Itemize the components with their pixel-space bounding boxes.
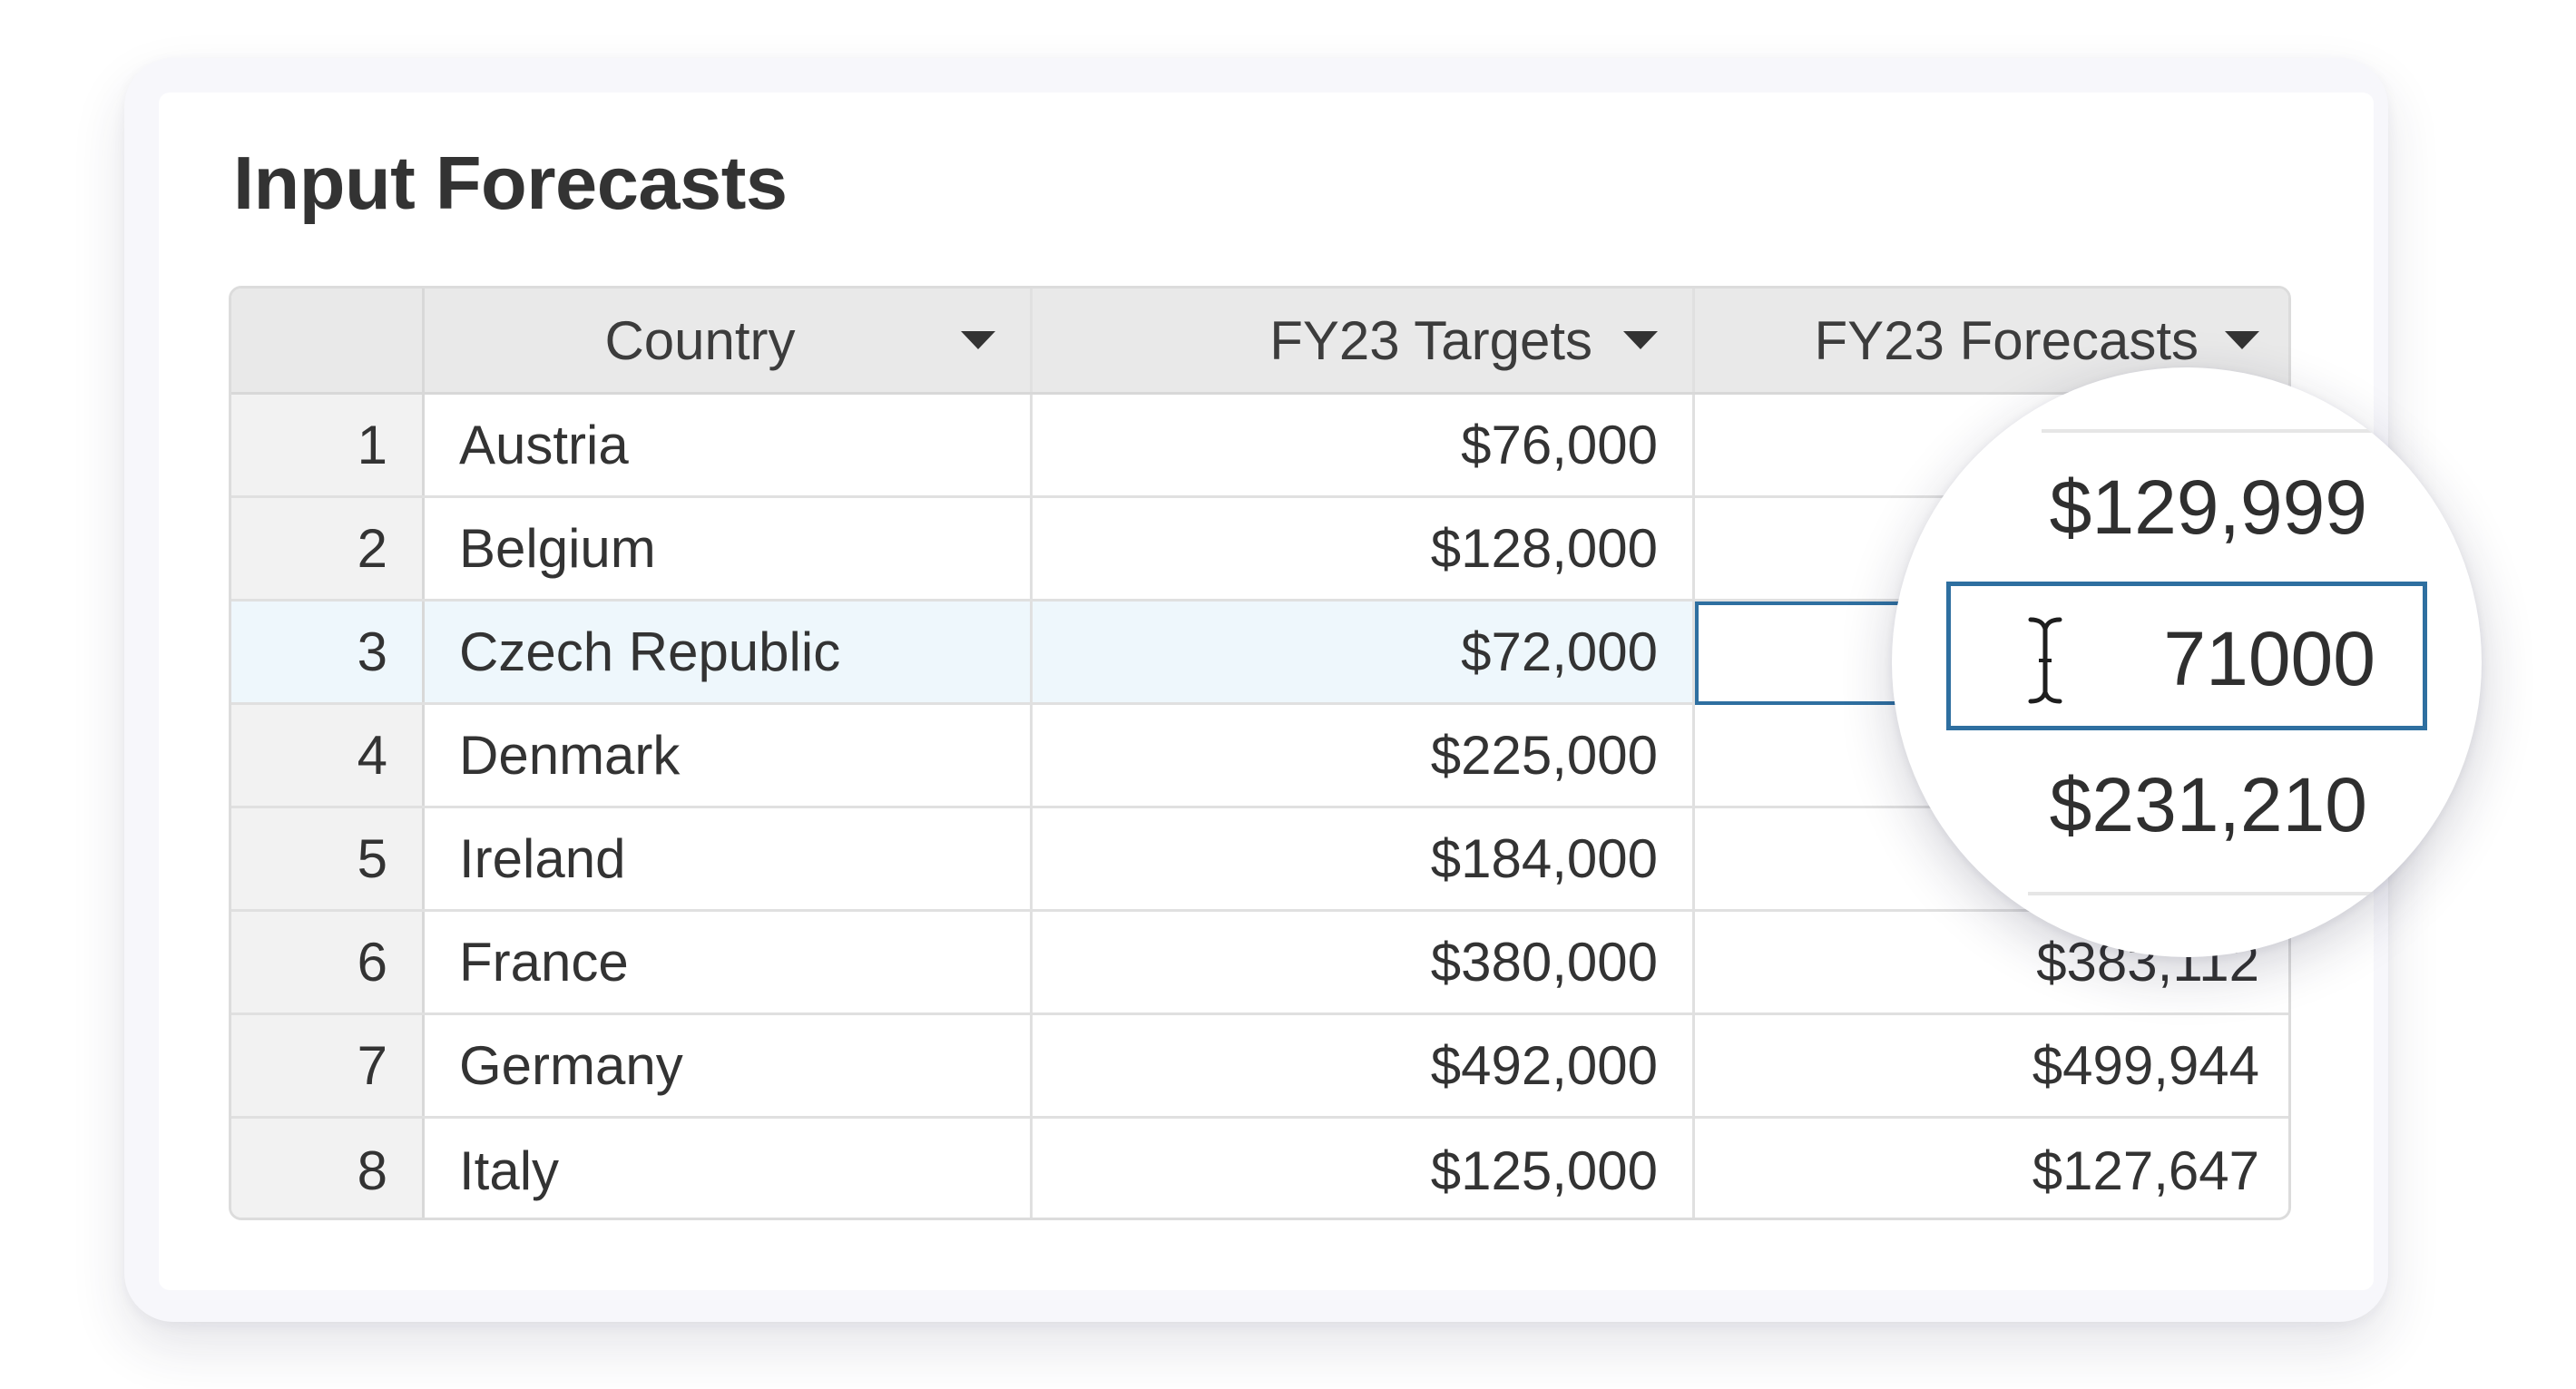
column-header-label: Country [604, 309, 796, 371]
magnified-value-below: $231,210 [2049, 762, 2367, 847]
magnified-forecast-input[interactable]: 71000 [1946, 582, 2427, 730]
country-cell[interactable]: Italy [425, 1119, 1033, 1218]
text-cursor-icon [2028, 617, 2062, 704]
forecast-cell[interactable]: $499,944 [1695, 1015, 2288, 1116]
row-number: 3 [231, 602, 425, 702]
row-number: 4 [231, 705, 425, 806]
column-header-label: FY23 Forecasts [1814, 309, 2199, 371]
row-number: 7 [231, 1015, 425, 1116]
table-row[interactable]: 8 Italy $125,000 $127,647 [231, 1119, 2288, 1218]
row-number: 1 [231, 395, 425, 495]
magnified-input-value: 71000 [2163, 616, 2375, 701]
country-cell[interactable]: Belgium [425, 498, 1033, 599]
column-header-country[interactable]: Country [425, 289, 1033, 392]
magnified-row-divider [2028, 892, 2373, 895]
target-cell[interactable]: $76,000 [1033, 395, 1695, 495]
country-cell[interactable]: Ireland [425, 808, 1033, 909]
magnified-value-above: $129,999 [2049, 465, 2367, 550]
table-row[interactable]: 6 France $380,000 $383,112 [231, 912, 2288, 1015]
table-row[interactable]: 7 Germany $492,000 $499,944 [231, 1015, 2288, 1119]
row-number: 5 [231, 808, 425, 909]
row-number-header [231, 289, 425, 392]
country-cell[interactable]: France [425, 912, 1033, 1012]
column-header-targets[interactable]: FY23 Targets [1033, 289, 1695, 392]
magnified-row-divider [2042, 429, 2405, 433]
country-cell[interactable]: Czech Republic [425, 602, 1033, 702]
sort-caret-down-icon[interactable] [1623, 331, 1658, 349]
target-cell[interactable]: $128,000 [1033, 498, 1695, 599]
forecast-cell[interactable]: $127,647 [1695, 1119, 2288, 1218]
target-cell[interactable]: $72,000 [1033, 602, 1695, 702]
table-header-row: Country FY23 Targets FY23 Forecasts [231, 289, 2288, 395]
target-cell[interactable]: $225,000 [1033, 705, 1695, 806]
target-cell[interactable]: $380,000 [1033, 912, 1695, 1012]
magnifier-loupe: $129,999 71000 $231,210 [1892, 367, 2482, 957]
sort-caret-down-icon[interactable] [961, 331, 995, 349]
row-number: 6 [231, 912, 425, 1012]
page-title: Input Forecasts [233, 141, 788, 225]
target-cell[interactable]: $184,000 [1033, 808, 1695, 909]
row-number: 2 [231, 498, 425, 599]
sort-caret-down-icon[interactable] [2225, 331, 2259, 349]
country-cell[interactable]: Austria [425, 395, 1033, 495]
column-header-label: FY23 Targets [1269, 309, 1592, 371]
target-cell[interactable]: $125,000 [1033, 1119, 1695, 1218]
country-cell[interactable]: Germany [425, 1015, 1033, 1116]
country-cell[interactable]: Denmark [425, 705, 1033, 806]
row-number: 8 [231, 1119, 425, 1218]
target-cell[interactable]: $492,000 [1033, 1015, 1695, 1116]
